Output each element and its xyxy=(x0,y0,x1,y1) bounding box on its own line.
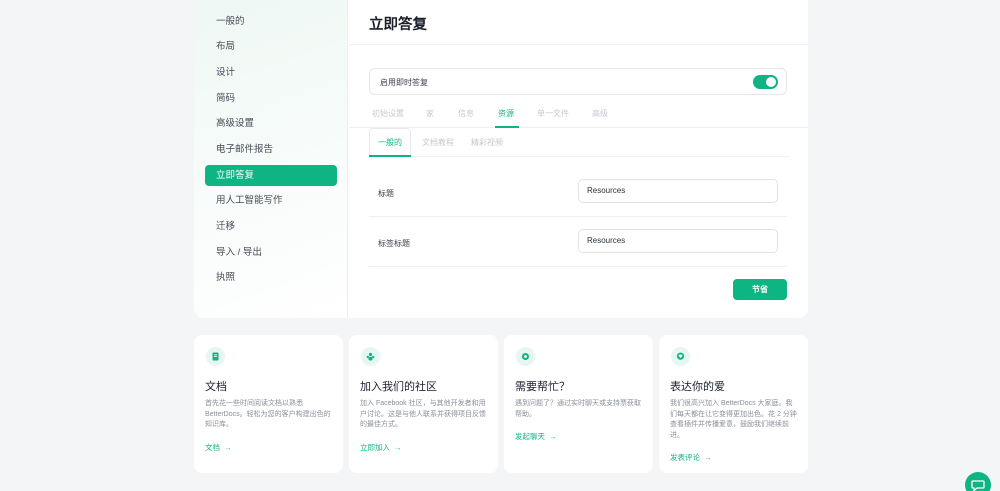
active-subtab-indicator xyxy=(369,155,411,157)
arrow-right-icon: → xyxy=(549,432,557,441)
title-field-label: 标题 xyxy=(378,189,394,198)
tab-single-doc[interactable]: 单一文件 xyxy=(537,108,569,119)
sidebar-item-ai-writing[interactable]: 用人工智能写作 xyxy=(205,190,337,211)
sidebar-item-import-export[interactable]: 导入 / 导出 xyxy=(205,242,337,263)
subtab-divider xyxy=(411,156,789,157)
sidebar-item-design[interactable]: 设计 xyxy=(205,62,337,83)
card-description: 遇到问题了？通过实时聊天或支持票获取帮助。 xyxy=(515,400,641,418)
community-icon xyxy=(361,347,380,366)
heart-chat-icon xyxy=(671,347,690,366)
sidebar-item-license[interactable]: 执照 xyxy=(205,267,337,288)
tab-title-field-label: 标签标题 xyxy=(378,239,410,248)
settings-sidebar: 一般的 布局 设计 简码 高级设置 电子邮件报告 立即答复 用人工智能写作 迁移… xyxy=(194,0,348,318)
chat-bubble-icon xyxy=(971,480,985,491)
tab-title-input[interactable]: Resources xyxy=(578,229,778,253)
instant-answer-switch[interactable] xyxy=(753,75,778,89)
title-divider xyxy=(349,44,808,45)
sidebar-item-layout[interactable]: 布局 xyxy=(205,36,337,57)
tab-initial-settings[interactable]: 初始设置 xyxy=(372,108,404,119)
community-card: 加入我们的社区 加入 Facebook 社区，与其他开发者和用户讨论。这是与他人… xyxy=(349,335,498,473)
start-chat-link[interactable]: 发起聊天 → xyxy=(515,431,557,442)
docs-card: 文档 首先花一些时间阅读文档以熟悉 BetterDocs。轻松为您的客户构建出色… xyxy=(194,335,343,473)
link-label: 发表评论 xyxy=(670,453,700,462)
main-content: 立即答复 启用即时答复 初始设置 家 信息 资源 单一文件 高级 一般的 文档教… xyxy=(349,0,808,318)
sidebar-item-email-reports[interactable]: 电子邮件报告 xyxy=(205,139,337,160)
card-title: 加入我们的社区 xyxy=(360,381,437,393)
card-description: 我们很高兴加入 BetterDocs 大家庭。我们每天都在让它变得更加出色。花 … xyxy=(670,400,797,439)
save-button[interactable]: 节省 xyxy=(733,279,787,300)
write-review-link[interactable]: 发表评论 → xyxy=(670,452,712,463)
card-description: 首先花一些时间阅读文档以熟悉 BetterDocs。轻松为您的客户构建出色的知识… xyxy=(205,400,331,428)
link-label: 立即加入 xyxy=(360,443,390,452)
chat-button[interactable] xyxy=(965,472,991,491)
tab-advanced[interactable]: 高级 xyxy=(592,108,608,119)
docs-link[interactable]: 文档 → xyxy=(205,442,232,453)
settings-tabs: 初始设置 家 信息 资源 单一文件 高级 xyxy=(349,100,808,128)
tab-resources[interactable]: 资源 xyxy=(498,108,514,119)
card-title: 文档 xyxy=(205,381,227,393)
subtab-videos[interactable]: 精彩视频 xyxy=(471,137,503,148)
show-love-card: 表达你的爱 我们很高兴加入 BetterDocs 大家庭。我们每天都在让它变得更… xyxy=(659,335,808,473)
subtab-doc-tutorials[interactable]: 文档教程 xyxy=(422,137,454,148)
join-now-link[interactable]: 立即加入 → xyxy=(360,442,402,453)
title-field-row: 标题 Resources xyxy=(369,167,787,217)
card-title: 表达你的爱 xyxy=(670,381,725,393)
arrow-right-icon: → xyxy=(394,443,402,452)
card-title: 需要帮忙？ xyxy=(515,381,570,393)
sidebar-item-instant-answer[interactable]: 立即答复 xyxy=(205,165,337,186)
sidebar-item-migration[interactable]: 迁移 xyxy=(205,216,337,237)
page-title: 立即答复 xyxy=(369,17,427,33)
support-icon xyxy=(516,347,535,366)
arrow-right-icon: → xyxy=(704,453,712,462)
help-card: 需要帮忙？ 遇到问题了？通过实时聊天或支持票获取帮助。 发起聊天 → xyxy=(504,335,653,473)
subtab-general[interactable]: 一般的 xyxy=(378,137,402,148)
tab-title-field-row: 标签标题 Resources xyxy=(369,217,787,267)
switch-knob xyxy=(766,77,776,87)
resource-subtabs: 一般的 文档教程 精彩视频 xyxy=(369,128,789,157)
link-label: 发起聊天 xyxy=(515,432,545,441)
arrow-right-icon: → xyxy=(224,443,232,452)
instant-answer-toggle-row: 启用即时答复 xyxy=(369,68,787,95)
tab-messages[interactable]: 信息 xyxy=(458,108,474,119)
document-icon xyxy=(206,347,225,366)
tab-home[interactable]: 家 xyxy=(426,108,434,119)
sidebar-item-general[interactable]: 一般的 xyxy=(205,11,337,32)
toggle-label: 启用即时答复 xyxy=(380,78,428,87)
link-label: 文档 xyxy=(205,443,220,452)
sidebar-item-shortcodes[interactable]: 简码 xyxy=(205,88,337,109)
sidebar-item-advanced[interactable]: 高级设置 xyxy=(205,113,337,134)
title-input[interactable]: Resources xyxy=(578,179,778,203)
card-description: 加入 Facebook 社区，与其他开发者和用户讨论。这是与他人联系并获得项目反… xyxy=(360,400,486,428)
